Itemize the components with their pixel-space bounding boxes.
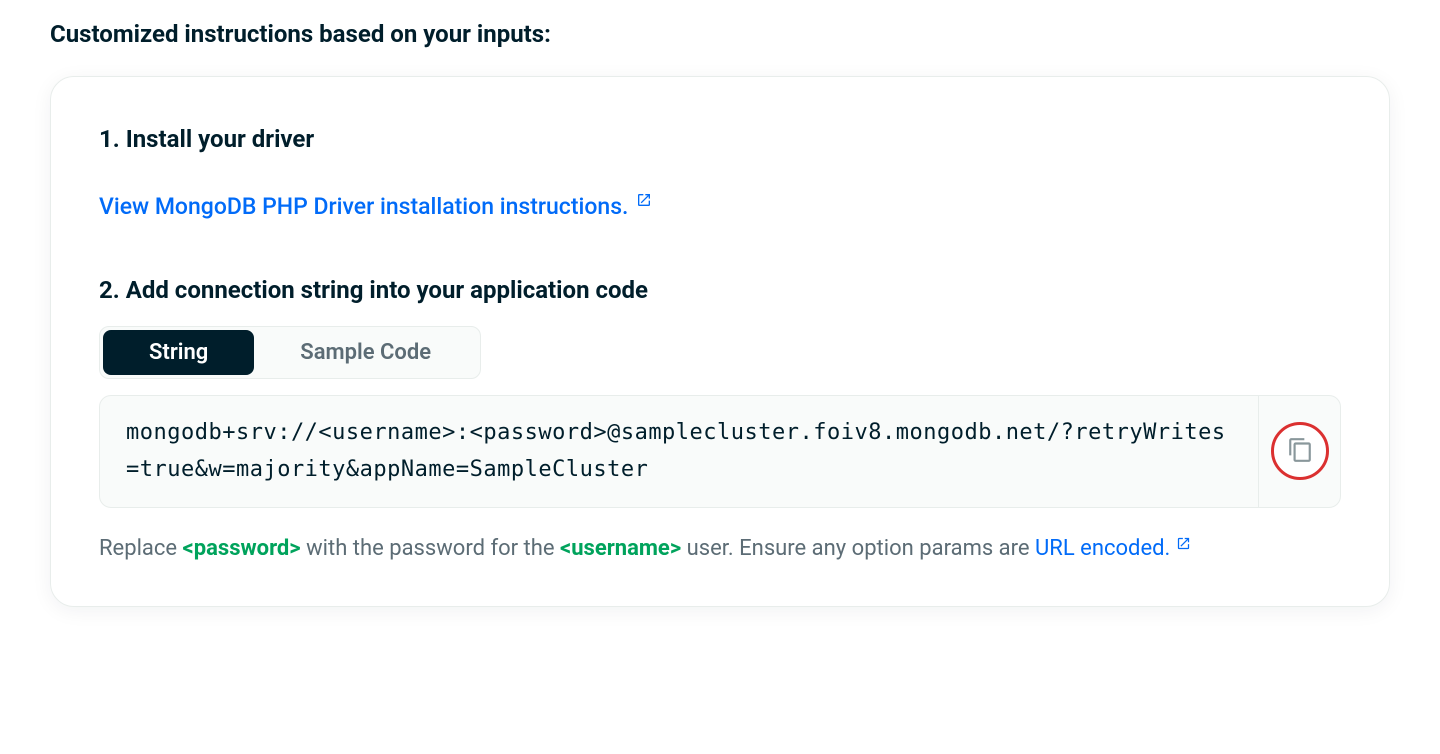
toggle-string[interactable]: String: [103, 330, 254, 375]
step1-heading: 1. Install your driver: [99, 125, 1341, 153]
page-title: Customized instructions based on your in…: [50, 20, 1390, 48]
external-link-icon: [636, 187, 652, 214]
instructions-card: 1. Install your driver View MongoDB PHP …: [50, 76, 1390, 607]
url-encoded-link[interactable]: URL encoded.: [1035, 532, 1191, 566]
hint-text-part2: with the password for the: [301, 536, 560, 561]
copy-button[interactable]: [1287, 437, 1313, 466]
hint-text: Replace <password> with the password for…: [99, 532, 1341, 566]
step2-heading: 2. Add connection string into your appli…: [99, 276, 1341, 304]
url-encoded-link-text: URL encoded.: [1035, 532, 1170, 566]
toggle-sample-code[interactable]: Sample Code: [254, 330, 477, 375]
copy-highlight-circle: [1271, 422, 1329, 480]
username-token: <username>: [560, 536, 681, 561]
copy-cell: [1258, 396, 1340, 507]
connection-string-row: mongodb+srv://<username>:<password>@samp…: [99, 395, 1341, 508]
driver-install-link-text: View MongoDB PHP Driver installation ins…: [99, 193, 628, 220]
connection-string: mongodb+srv://<username>:<password>@samp…: [100, 396, 1258, 507]
external-link-icon: [1176, 528, 1191, 562]
code-format-toggle: String Sample Code: [99, 326, 481, 379]
hint-text-part1: Replace: [99, 536, 183, 561]
copy-icon: [1287, 437, 1313, 466]
driver-install-link[interactable]: View MongoDB PHP Driver installation ins…: [99, 193, 652, 220]
hint-text-part3: user. Ensure any option params are: [681, 536, 1035, 561]
password-token: <password>: [183, 536, 301, 561]
